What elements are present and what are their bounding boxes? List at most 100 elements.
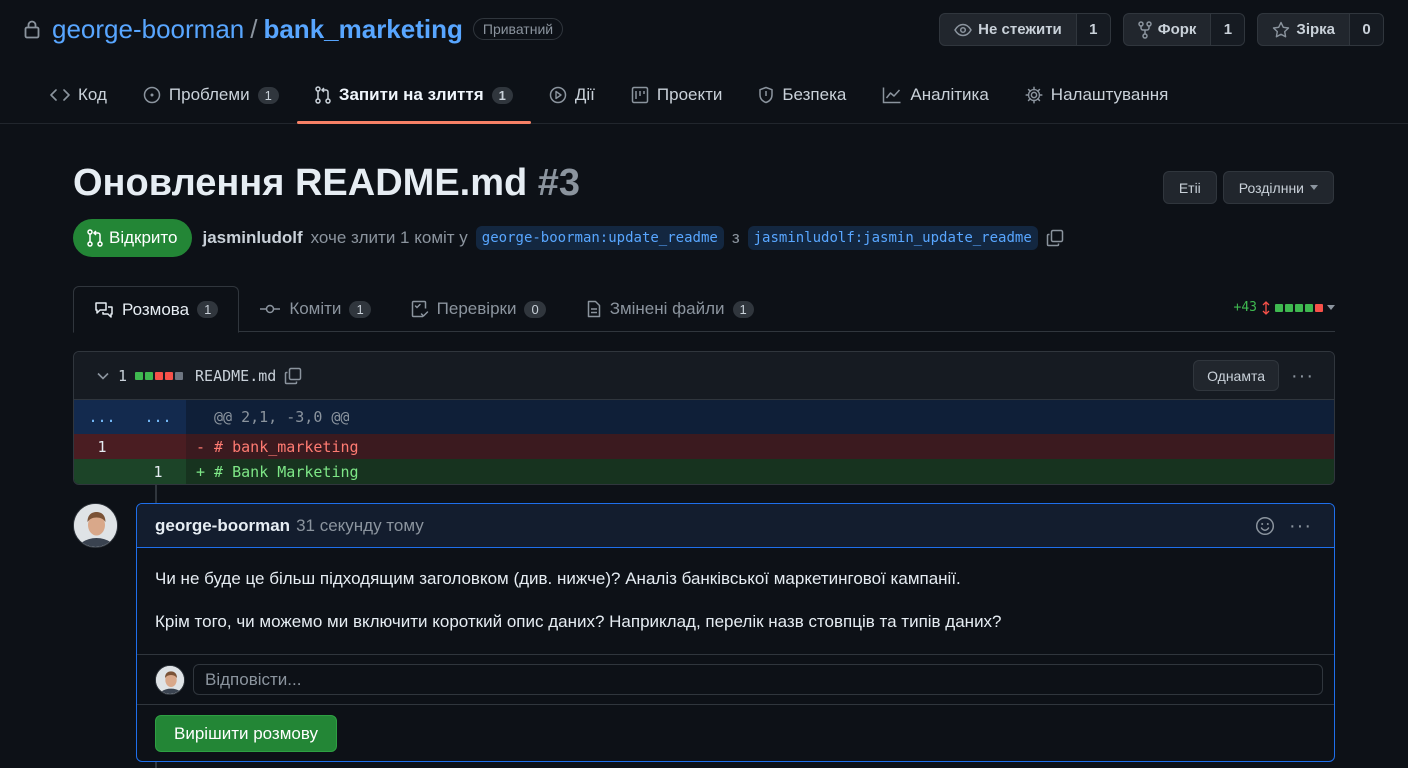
- view-dropdown-button[interactable]: Розділнни: [1222, 171, 1334, 204]
- pr-actions: Етіі Розділнни: [1162, 171, 1334, 204]
- tab-files-changed-count: 1: [732, 300, 754, 318]
- tab-conversation[interactable]: Розмова 1: [73, 286, 240, 333]
- pull-request-open-icon: [87, 229, 103, 247]
- issue-icon: [143, 86, 161, 104]
- review-comment: george-boorman 31 секунду тому ··· Чи не…: [136, 503, 1335, 762]
- file-action-button[interactable]: Однамта: [1193, 360, 1280, 391]
- pr-title-text: Оновлення README.md: [73, 162, 528, 204]
- eye-icon: [954, 23, 973, 37]
- nav-issues-label: Проблеми: [168, 85, 250, 104]
- comment-paragraph: Крім того, чи можемо ми включити коротки…: [155, 612, 1002, 631]
- pr-state-badge: Відкрито: [73, 219, 193, 257]
- nav-security-label: Безпека: [782, 85, 847, 104]
- file-icon: [586, 300, 602, 318]
- nav-projects-label: Проекти: [656, 85, 723, 104]
- sort-arrows-icon: [1261, 300, 1271, 315]
- diffstat-block-add: [145, 371, 154, 380]
- diff-line-code: + # Bank Marketing: [186, 459, 1334, 484]
- diffstat-block-add: [1295, 303, 1303, 312]
- nav-issues[interactable]: Проблеми 1: [125, 68, 297, 122]
- base-branch[interactable]: george-boorman:update_readme: [475, 226, 724, 250]
- star-button[interactable]: Зірка: [1258, 14, 1349, 45]
- watch-label: Не стежити: [978, 21, 1062, 38]
- file-change-count: 1: [118, 366, 128, 385]
- new-line-number[interactable]: 1: [130, 463, 186, 481]
- hunk-header-row: ... ... @@ 2,1, -3,0 @@: [74, 400, 1334, 434]
- commit-icon: [259, 302, 281, 316]
- tab-files-changed-label: Змінені файли: [609, 299, 725, 318]
- diffstat-block-neutral: [175, 371, 184, 380]
- play-icon: [549, 86, 567, 104]
- nav-pull-requests[interactable]: Запити на злиття 1: [296, 68, 531, 124]
- nav-actions[interactable]: Дії: [531, 68, 613, 122]
- comment-author[interactable]: george-boorman: [155, 516, 290, 536]
- tab-commits[interactable]: Коміти 1: [239, 286, 390, 332]
- lock-icon: [24, 19, 40, 39]
- pr-meta-text: хоче злити 1 коміт у: [310, 228, 468, 247]
- nav-pull-requests-label: Запити на злиття: [338, 85, 484, 104]
- smiley-icon[interactable]: [1255, 516, 1275, 536]
- diff-line-added: 1 + # Bank Marketing: [74, 459, 1334, 484]
- hunk-expand-old[interactable]: ...: [74, 408, 130, 426]
- edit-button[interactable]: Етіі: [1162, 171, 1217, 204]
- reply-input[interactable]: Відповісти...: [193, 664, 1323, 695]
- nav-insights[interactable]: Аналітика: [864, 68, 1006, 122]
- fork-icon: [1138, 20, 1152, 39]
- head-branch[interactable]: jasminludolf:jasmin_update_readme: [747, 226, 1038, 250]
- diff-line-code: - # bank_marketing: [186, 434, 1334, 459]
- pr-tabs: Розмова 1 Коміти 1 Перевірки 0 Змінені ф…: [73, 286, 1335, 333]
- nav-actions-label: Дії: [574, 85, 595, 104]
- nav-code[interactable]: Код: [32, 68, 125, 122]
- pr-title: Оновлення README.md #3: [73, 162, 580, 205]
- fork-button[interactable]: Форк: [1124, 14, 1211, 45]
- pr-author-link[interactable]: jasminludolf: [202, 228, 302, 248]
- comment-timestamp[interactable]: 31 секунду тому: [296, 516, 424, 536]
- comment-paragraph: Чи не буде це більш підходящим заголовко…: [155, 569, 961, 588]
- hunk-header-text: @@ 2,1, -3,0 @@: [186, 400, 1334, 434]
- hunk-expand-new[interactable]: ...: [130, 408, 186, 426]
- file-name[interactable]: README.md: [195, 367, 276, 385]
- diffstat-block-add: [1275, 303, 1283, 312]
- copy-icon[interactable]: [284, 367, 302, 385]
- diffstat-block-del: [155, 371, 164, 380]
- watch-count[interactable]: 1: [1075, 14, 1110, 45]
- visibility-badge: Приватний: [472, 18, 564, 40]
- comment-body: Чи не буде це більш підходящим заголовко…: [137, 548, 1334, 654]
- diffstat-block-del: [165, 371, 174, 380]
- star-label: Зірка: [1296, 21, 1335, 38]
- watch-button[interactable]: Не стежити: [940, 14, 1076, 45]
- repo-nav: Код Проблеми 1 Запити на злиття 1 Дії Пр…: [0, 68, 1408, 124]
- old-line-number[interactable]: 1: [74, 438, 130, 456]
- tab-conversation-label: Розмова: [122, 299, 190, 319]
- kebab-horizontal-icon[interactable]: ···: [1291, 366, 1314, 386]
- nav-settings[interactable]: Налаштування: [1007, 68, 1187, 122]
- fork-count[interactable]: 1: [1210, 14, 1245, 45]
- star-icon: [1272, 21, 1290, 39]
- pr-state-label: Відкрито: [109, 228, 178, 247]
- tab-checks[interactable]: Перевірки 0: [391, 286, 566, 332]
- shield-icon: [758, 86, 774, 104]
- file-header-actions: Однамта ···: [1193, 360, 1334, 391]
- copy-icon[interactable]: [1046, 229, 1064, 247]
- repo-owner-link[interactable]: george-boorman: [52, 14, 244, 45]
- tab-commits-label: Коміти: [289, 299, 342, 318]
- avatar[interactable]: [73, 503, 118, 548]
- nav-security[interactable]: Безпека: [740, 68, 864, 122]
- nav-insights-label: Аналітика: [910, 85, 989, 104]
- diffstat[interactable]: +43: [1234, 300, 1335, 315]
- resolve-conversation-button[interactable]: Вирішити розмову: [155, 715, 338, 752]
- star-count[interactable]: 0: [1349, 14, 1383, 45]
- kebab-horizontal-icon[interactable]: ···: [1289, 516, 1312, 536]
- tab-files-changed[interactable]: Змінені файли 1: [566, 286, 774, 332]
- reply-row: Відповісти...: [137, 654, 1334, 704]
- diffstat-block-add: [1305, 303, 1313, 312]
- chevron-down-icon[interactable]: [96, 371, 110, 381]
- repo-actions: Не стежити 1 Форк 1 Зірка 0: [939, 13, 1384, 46]
- repo-name-link[interactable]: bank_marketing: [263, 14, 462, 45]
- nav-issues-count: 1: [257, 86, 279, 104]
- nav-projects[interactable]: Проекти: [613, 68, 741, 122]
- nav-code-label: Код: [78, 85, 107, 104]
- file-header: 1 README.md Однамта ···: [74, 352, 1334, 400]
- comment-header: george-boorman 31 секунду тому ···: [137, 504, 1334, 548]
- tab-commits-count: 1: [349, 300, 371, 318]
